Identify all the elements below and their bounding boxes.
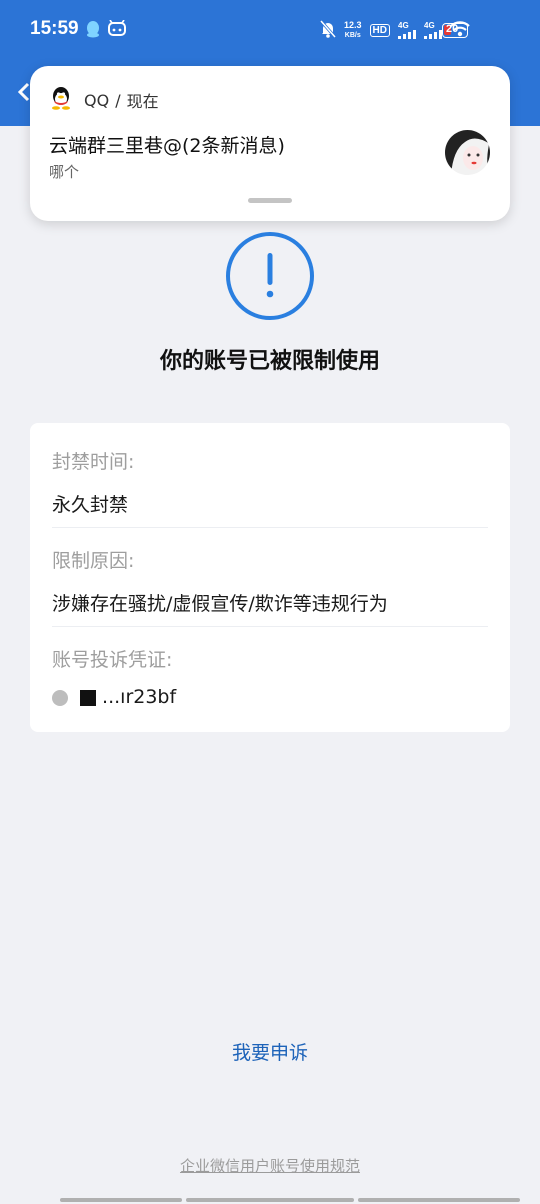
ban-time-label: 封禁时间:: [52, 451, 135, 473]
net-speed-unit: KB/s: [344, 32, 361, 39]
divider: [52, 527, 488, 528]
notification-app-name: QQ: [84, 90, 110, 110]
complaint-credential-value[interactable]: ...ır23bf: [52, 686, 488, 708]
notification-drag-handle[interactable]: [248, 198, 292, 203]
android-app-icon: [108, 19, 126, 42]
status-bar: 15:59 12.3 KB/s HD 4G 4G 20: [0, 0, 540, 62]
net-speed-value: 12.3: [344, 20, 362, 30]
restriction-reason-value: 涉嫌存在骚扰/虚假宣传/欺诈等违规行为: [52, 593, 388, 615]
ban-time-field: 封禁时间: 永久封禁: [52, 447, 488, 517]
signal-4g-icon: 4G: [424, 22, 442, 39]
back-chevron-icon[interactable]: [17, 82, 30, 107]
signal2-label: 4G: [424, 21, 435, 30]
signal1-label: 4G: [398, 21, 409, 30]
divider: [52, 626, 488, 627]
avatar: [445, 130, 490, 175]
complaint-credential-field: 账号投诉凭证: ...ır23bf: [52, 645, 488, 708]
notification-body: 哪个: [49, 163, 80, 181]
credential-visible-text: ...ır23bf: [102, 686, 177, 708]
notification-card[interactable]: QQ / 现在 云端群三里巷@(2条新消息) 哪个: [30, 66, 510, 221]
notification-separator: /: [115, 90, 121, 110]
page-title: 你的账号已被限制使用: [159, 349, 380, 374]
hd-icon: HD: [369, 24, 390, 37]
mute-bell-icon: [319, 20, 337, 41]
status-time: 15:59: [30, 18, 79, 39]
rules-link[interactable]: 企业微信用户账号使用规范: [0, 1155, 540, 1176]
ban-time-value: 永久封禁: [52, 494, 129, 516]
battery-indicator: 20: [442, 23, 468, 38]
network-speed: 12.3 KB/s: [344, 21, 362, 40]
restriction-reason-label: 限制原因:: [52, 550, 135, 572]
gesture-navigation-bar[interactable]: [60, 1198, 520, 1202]
qq-status-icon: [86, 20, 100, 42]
qq-logo-icon: [50, 86, 72, 114]
redaction-mark: [52, 689, 68, 706]
restriction-info-card: 封禁时间: 永久封禁 限制原因: 涉嫌存在骚扰/虚假宣传/欺诈等违规行为 账号投…: [30, 423, 510, 732]
redaction-mark: [80, 689, 96, 706]
complaint-credential-label: 账号投诉凭证:: [52, 649, 173, 671]
signal-4g-icon: 4G: [398, 22, 416, 39]
restriction-reason-field: 限制原因: 涉嫌存在骚扰/虚假宣传/欺诈等违规行为: [52, 546, 488, 616]
notification-title: 云端群三里巷@(2条新消息): [49, 135, 285, 157]
notification-time: 现在: [126, 92, 159, 111]
battery-level: 20: [446, 23, 459, 35]
appeal-link[interactable]: 我要申诉: [0, 1038, 540, 1065]
warning-exclamation-icon: [225, 231, 315, 325]
